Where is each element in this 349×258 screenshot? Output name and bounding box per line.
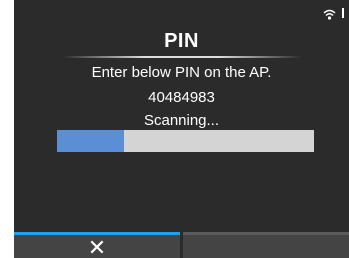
scanning-status: Scanning... — [143, 112, 220, 129]
footer-bar: ✕ — [14, 232, 349, 258]
signal-icon — [339, 6, 347, 25]
page-title: PIN — [164, 30, 199, 52]
close-icon: ✕ — [87, 234, 107, 258]
title-divider — [62, 56, 302, 58]
printer-display: PIN Enter below PIN on the AP. 40484983 … — [14, 0, 349, 258]
status-icons — [323, 6, 347, 25]
pin-value: 40484983 — [148, 89, 215, 106]
wifi-icon — [323, 7, 336, 25]
footer-button-empty[interactable] — [183, 232, 349, 258]
scan-progress-bar — [57, 130, 314, 152]
instruction-text: Enter below PIN on the AP. — [91, 64, 272, 81]
scan-progress-fill — [57, 130, 124, 152]
cancel-button[interactable]: ✕ — [14, 232, 180, 258]
